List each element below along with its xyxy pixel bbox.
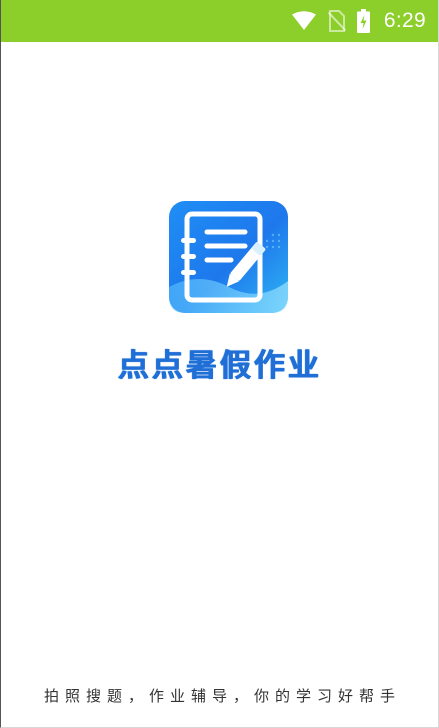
app-tagline: 拍照搜题，作业辅导，你的学习好帮手 xyxy=(43,687,401,705)
splash-screen: 6:29 点点暑假作业 拍照搜题，作业辅导，你的学习好帮手 xyxy=(0,0,439,728)
battery-charging-icon xyxy=(356,9,370,33)
wifi-icon xyxy=(291,11,317,31)
status-bar: 6:29 xyxy=(1,0,438,42)
status-time: 6:29 xyxy=(383,9,426,32)
status-icons: 6:29 xyxy=(291,0,426,42)
no-sim-icon xyxy=(327,10,346,32)
app-name: 点点暑假作业 xyxy=(117,348,322,384)
notebook-pen-icon xyxy=(169,201,288,313)
